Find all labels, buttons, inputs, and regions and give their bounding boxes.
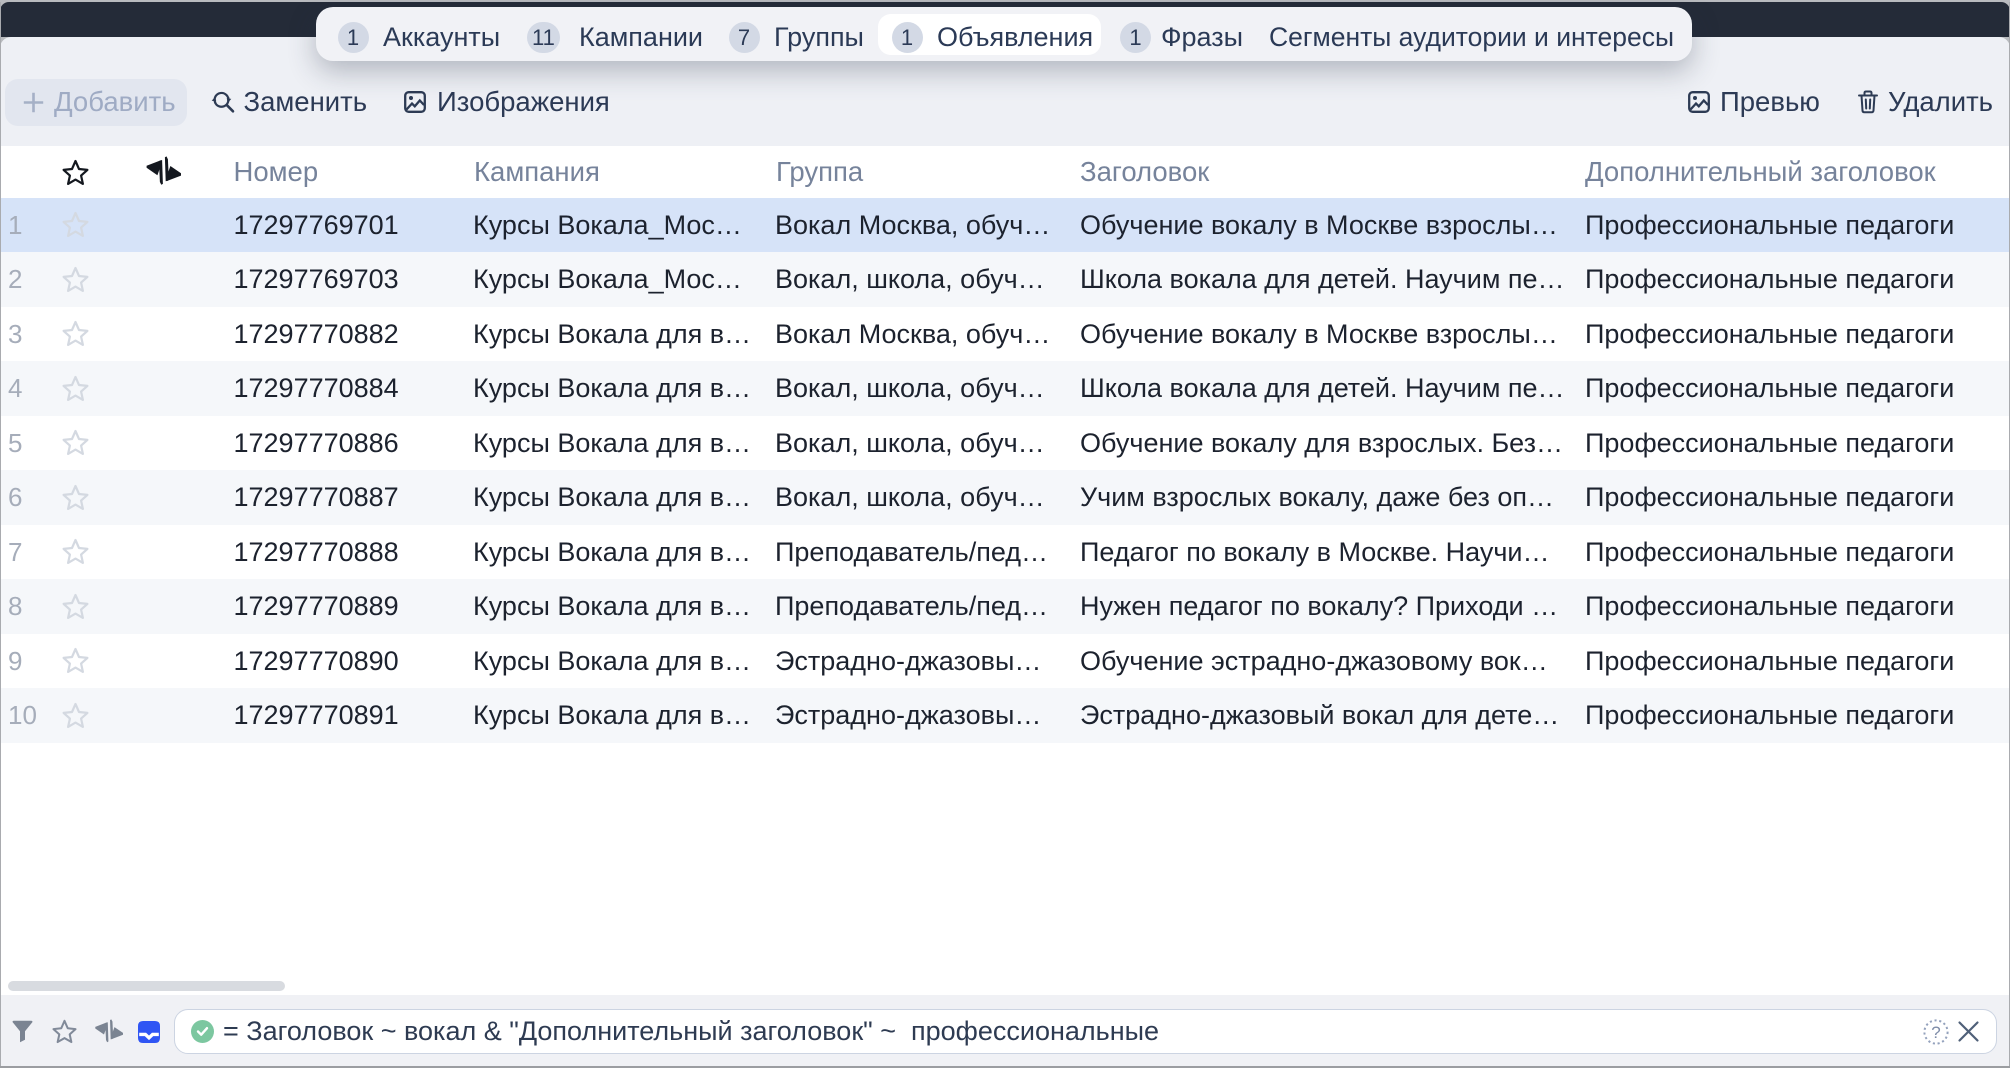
- svg-text:?: ?: [1931, 1023, 1940, 1042]
